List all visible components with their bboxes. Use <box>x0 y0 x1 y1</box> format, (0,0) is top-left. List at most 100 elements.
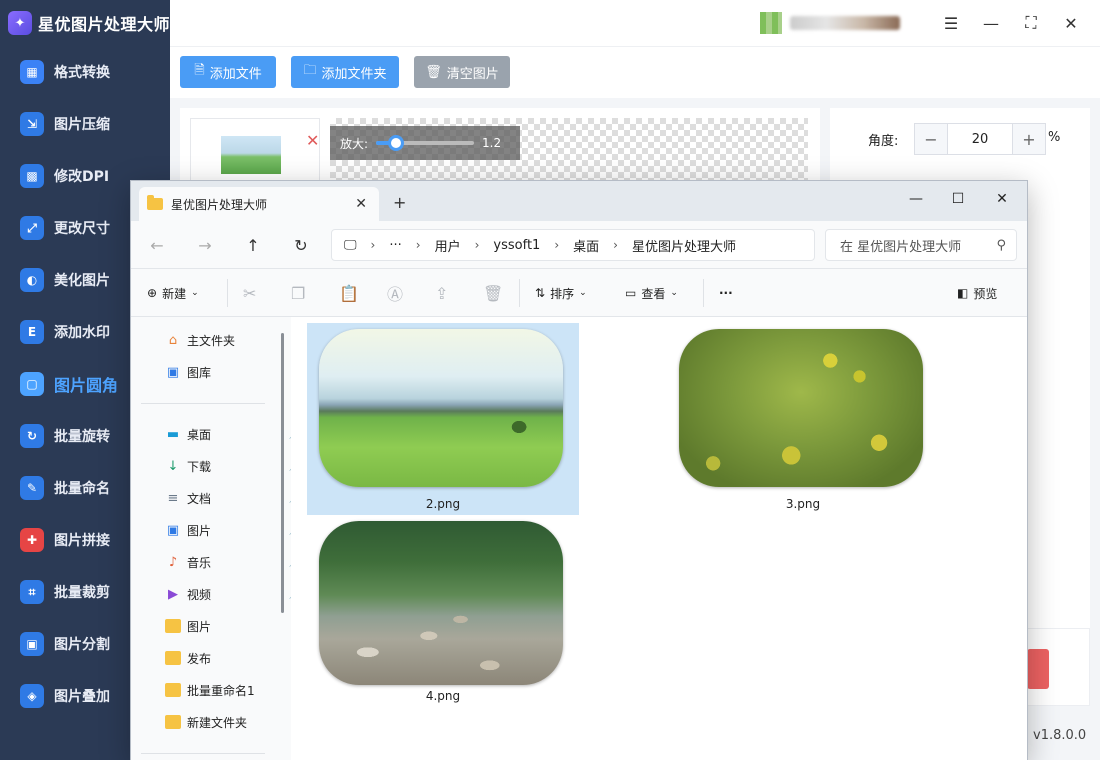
sidebar-item-label: 更改尺寸 <box>54 221 110 237</box>
download-icon: ↓ <box>167 458 179 474</box>
gallery-icon: ▣ <box>166 364 180 380</box>
music-icon: ♪ <box>168 554 178 570</box>
forward-arrow-icon[interactable]: → <box>193 233 217 257</box>
new-button[interactable]: ⊕ 新建 ⌄ <box>147 281 199 305</box>
nav-pane-item[interactable]: 发布 <box>165 647 275 669</box>
delete-icon[interactable]: 🗑 <box>483 281 503 305</box>
nav-pane-label: 发布 <box>187 651 212 666</box>
dpi-icon: ▩ <box>20 164 44 188</box>
command-bar: ⊕ 新建 ⌄ ✂ ❐ 📋 Ⓐ ⇪ 🗑 ⇅ 排序 ⌄ ▭ 查看 ⌄ ··· ◧ 预… <box>131 269 1027 317</box>
maximize-icon[interactable]: ⛶ <box>1020 12 1042 34</box>
explorer-close-icon[interactable]: ✕ <box>987 187 1017 211</box>
new-tab-icon[interactable]: + <box>393 193 406 212</box>
nav-pane-item[interactable]: ↓下载📌 <box>165 455 301 477</box>
sidebar-item[interactable]: ▦ 格式转换 <box>0 46 170 98</box>
zoom-value: 1.2 <box>482 136 502 150</box>
nav-pane-label: 批量重命名1 <box>187 683 255 698</box>
nav-pane-item[interactable]: ▣ 图库 <box>165 361 275 383</box>
nav-pane-item[interactable]: ▶视频📌 <box>165 583 301 605</box>
image-thumbnail-card[interactable]: ✕ <box>190 118 320 188</box>
share-icon[interactable]: ⇪ <box>435 281 448 305</box>
zoom-slider[interactable] <box>376 135 475 151</box>
nav-pane-item[interactable]: ♪音乐📌 <box>165 551 301 573</box>
explorer-maximize-icon[interactable]: ☐ <box>943 187 973 211</box>
split-icon: ▣ <box>20 632 44 656</box>
refresh-icon[interactable]: ↻ <box>289 233 313 257</box>
nav-pane-item[interactable]: ≡文档📌 <box>165 487 301 509</box>
file-name: 3.png <box>785 497 821 511</box>
file-item[interactable]: 2.png <box>307 323 579 515</box>
chevron-down-icon: ⌄ <box>579 288 587 298</box>
user-name-blurred <box>790 16 900 30</box>
explorer-tab[interactable]: 星优图片处理大师 ✕ <box>139 187 379 221</box>
nav-pane-item[interactable]: ▬桌面📌 <box>165 423 301 445</box>
file-item[interactable]: 3.png <box>667 323 939 515</box>
divider <box>227 279 228 307</box>
nav-pane-label: 主文件夹 <box>187 333 236 348</box>
file-item[interactable]: 4.png <box>307 517 579 709</box>
nav-scrollbar[interactable] <box>281 333 284 613</box>
clear-images-button[interactable]: 🗑 清空图片 <box>414 56 510 88</box>
sort-button[interactable]: ⇅ 排序 ⌄ <box>535 281 587 305</box>
divider <box>703 279 704 307</box>
more-options-button[interactable]: ··· <box>719 281 733 305</box>
nav-pane-item[interactable]: ⌂ 主文件夹 <box>165 329 275 351</box>
thumbnail-image <box>221 136 281 174</box>
folder-icon <box>147 195 163 210</box>
back-arrow-icon[interactable]: ← <box>145 233 169 257</box>
file-explorer-window: 星优图片处理大师 ✕ + — ☐ ✕ ← → ↑ ↻ 🖵 › ··· › 用户 … <box>130 180 1028 760</box>
nav-pane-item[interactable]: ▣图片📌 <box>165 519 301 541</box>
nav-pane-item[interactable]: 新建文件夹 <box>165 711 275 733</box>
angle-label: 角度: <box>868 134 899 149</box>
preview-pane-button[interactable]: ◧ 预览 <box>957 281 997 305</box>
add-file-button[interactable]: 🗎 添加文件 <box>180 56 276 88</box>
view-label: 查看 <box>641 286 666 301</box>
increment-button[interactable]: + <box>1013 124 1045 154</box>
settings-sliders-icon[interactable]: ☰ <box>940 12 962 34</box>
desktop-icon: ▬ <box>166 426 180 442</box>
close-icon[interactable]: ✕ <box>1060 12 1082 34</box>
avatar[interactable] <box>760 12 782 34</box>
view-icon: ▭ <box>625 286 637 300</box>
breadcrumb-item[interactable]: 桌面 <box>573 236 599 255</box>
nav-divider <box>141 403 265 404</box>
file-name: 4.png <box>425 689 461 703</box>
breadcrumb-overflow[interactable]: ··· <box>389 238 401 253</box>
angle-input[interactable]: 20 <box>947 124 1013 154</box>
breadcrumb-item[interactable]: 用户 <box>435 236 461 255</box>
search-input[interactable]: 在 星优图片处理大师 ⚲ <box>825 229 1017 261</box>
cut-icon[interactable]: ✂ <box>243 281 256 305</box>
start-button[interactable] <box>1027 649 1049 689</box>
rename-icon[interactable]: Ⓐ <box>387 281 403 305</box>
zoom-slider-handle[interactable] <box>387 135 404 151</box>
minimize-icon[interactable]: — <box>980 12 1002 34</box>
nav-pane-item[interactable]: 图片 <box>165 615 275 637</box>
decrement-button[interactable]: − <box>915 124 947 154</box>
nav-pane-label: 音乐 <box>187 555 212 570</box>
sidebar-item-label: 图片叠加 <box>54 689 110 705</box>
up-arrow-icon[interactable]: ↑ <box>241 233 265 257</box>
nav-pane-label: 图片 <box>187 523 212 538</box>
nav-pane-label: 下载 <box>187 459 212 474</box>
explorer-tab-title: 星优图片处理大师 <box>171 197 268 212</box>
paste-icon[interactable]: 📋 <box>339 281 359 305</box>
explorer-minimize-icon[interactable]: — <box>901 187 931 211</box>
watermark-icon: E <box>20 320 44 344</box>
nav-pane-item[interactable]: 批量重命名1 <box>165 679 275 701</box>
sidebar-item[interactable]: ⇲ 图片压缩 <box>0 98 170 150</box>
crumb-separator: › <box>415 238 421 252</box>
remove-image-icon[interactable]: ✕ <box>306 131 319 150</box>
add-folder-button[interactable]: 🗀 添加文件夹 <box>291 56 399 88</box>
sidebar-item-label: 美化图片 <box>54 273 110 289</box>
view-button[interactable]: ▭ 查看 ⌄ <box>625 281 678 305</box>
add-file-label: 添加文件 <box>209 66 262 82</box>
copy-icon[interactable]: ❐ <box>291 281 305 305</box>
add-folder-label: 添加文件夹 <box>321 66 387 82</box>
divider <box>519 279 520 307</box>
breadcrumb-item[interactable]: yssoft1 <box>493 238 540 253</box>
address-bar-row: ← → ↑ ↻ 🖵 › ··· › 用户 › yssoft1 › 桌面 › 星优… <box>131 221 1027 269</box>
sidebar-item-label: 图片拼接 <box>54 533 110 549</box>
tab-close-icon[interactable]: ✕ <box>355 196 367 212</box>
address-bar[interactable]: 🖵 › ··· › 用户 › yssoft1 › 桌面 › 星优图片处理大师 <box>331 229 815 261</box>
breadcrumb-item[interactable]: 星优图片处理大师 <box>632 236 736 255</box>
